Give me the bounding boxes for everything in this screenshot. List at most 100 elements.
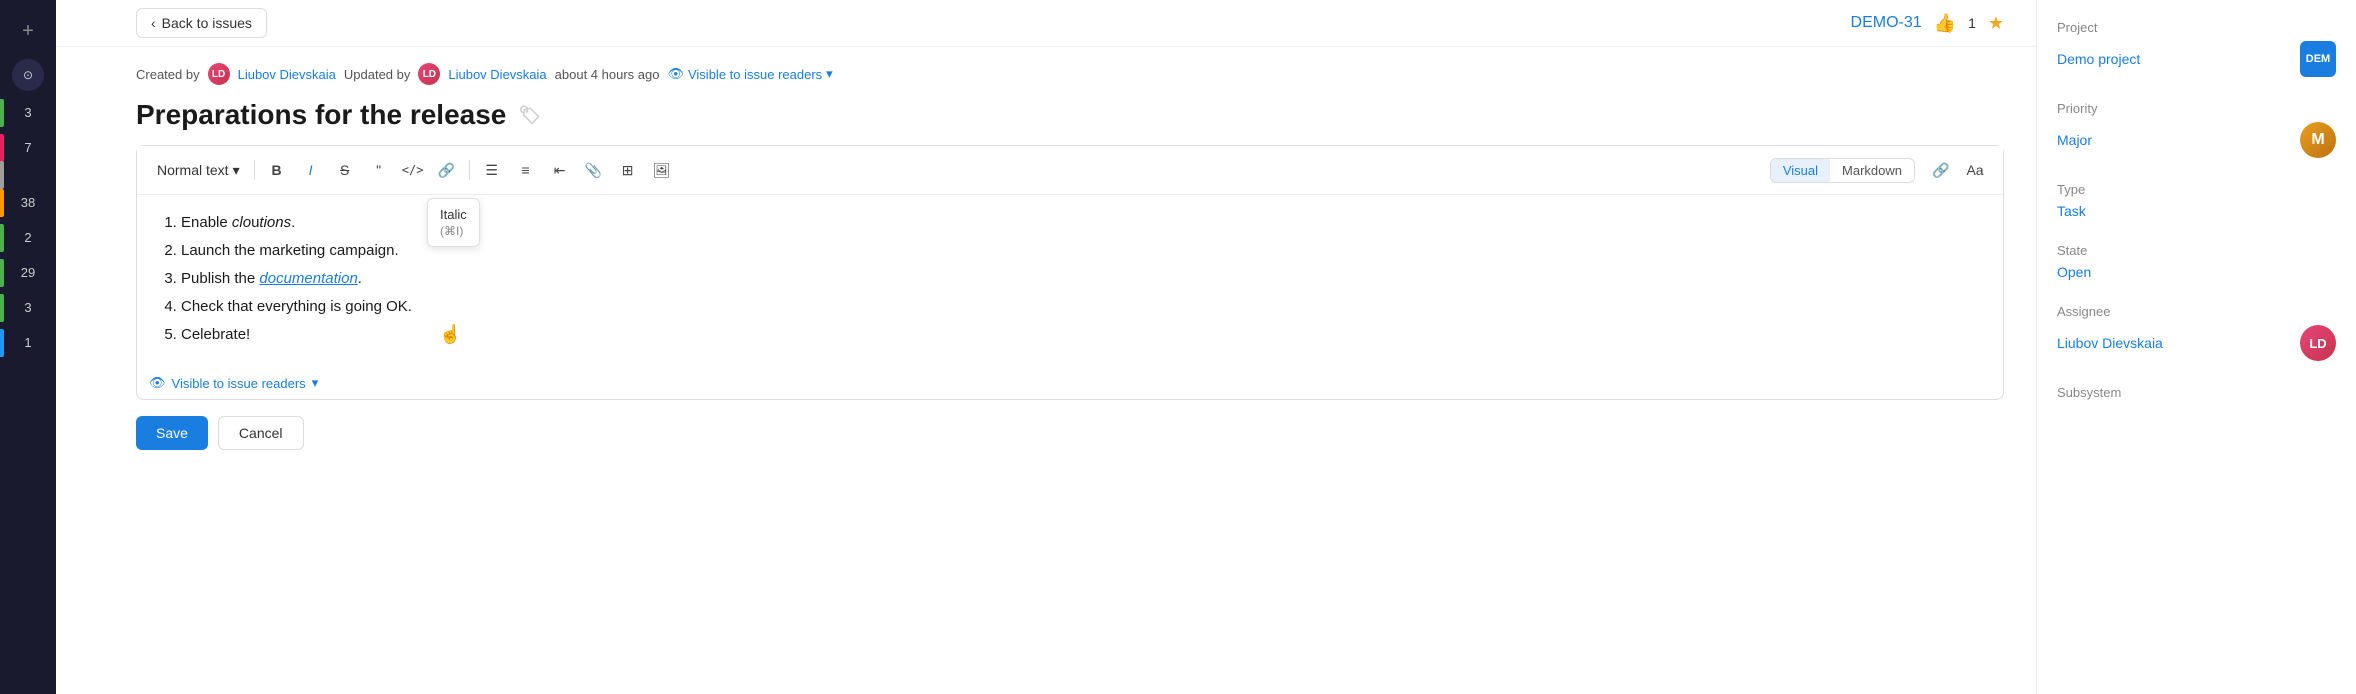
tooltip-shortcut: (⌘I) xyxy=(440,224,467,238)
editor-container: Normal text ▾ B I S " </> xyxy=(136,145,2004,400)
type-label: Type xyxy=(2057,182,2336,197)
nav-home-icon[interactable]: ⊙ xyxy=(12,59,44,91)
italic-text-1b: tions xyxy=(259,214,291,231)
list-item-4: Check that everything is going OK. xyxy=(181,295,1983,319)
sidebar-state-section: State Open xyxy=(2057,243,2336,280)
dropdown-chevron-icon: ▾ xyxy=(233,162,240,179)
created-label: Created by xyxy=(136,67,200,82)
link2-icon: 🔗 xyxy=(1932,162,1949,179)
bold-button[interactable]: B xyxy=(261,154,293,186)
text-style-label: Normal text xyxy=(157,162,229,178)
visible-label: Visible to issue readers xyxy=(688,67,822,82)
assignee-avatar: LD xyxy=(2300,325,2336,361)
tag-icon[interactable]: 🏷 xyxy=(518,104,541,127)
footer-chevron-icon: ▾ xyxy=(312,375,319,391)
top-bar: ‹ Back to issues DEMO-31 👍 1 ★ xyxy=(56,0,2036,47)
page-title-row: Preparations for the release 🏷 xyxy=(136,97,2004,133)
meta-row: Created by LD Liubov Dievskaia Updated b… xyxy=(136,63,2004,85)
left-nav: + ⊙ 3 7 38 2 29 3 1 xyxy=(0,0,56,694)
back-button[interactable]: ‹ Back to issues xyxy=(136,8,267,38)
thumbs-up-icon[interactable]: 👍 xyxy=(1934,13,1956,34)
ordered-list-button[interactable]: ≡ xyxy=(510,154,542,186)
italic-button[interactable]: I xyxy=(295,154,327,186)
project-row: Demo project DEM xyxy=(2057,41,2336,77)
table-icon: ⊞ xyxy=(622,162,634,179)
subsystem-label: Subsystem xyxy=(2057,385,2336,400)
updater-name[interactable]: Liubov Dievskaia xyxy=(448,67,546,82)
priority-value[interactable]: Major xyxy=(2057,132,2092,148)
markdown-mode-button[interactable]: Markdown xyxy=(1830,159,1914,182)
content-area: Created by LD Liubov Dievskaia Updated b… xyxy=(56,47,2036,694)
attachment-icon: 📎 xyxy=(585,162,602,179)
attachment-button[interactable]: 📎 xyxy=(578,154,610,186)
toolbar-separator-2 xyxy=(469,160,470,180)
editor-toolbar: Normal text ▾ B I S " </> xyxy=(137,146,2003,195)
text-style-dropdown[interactable]: Normal text ▾ xyxy=(149,158,248,183)
nav-item-2[interactable]: 7 xyxy=(0,134,56,161)
priority-label: Priority xyxy=(2057,101,2336,116)
sidebar-type-section: Type Task xyxy=(2057,182,2336,219)
updater-avatar: LD xyxy=(418,63,440,85)
save-button[interactable]: Save xyxy=(136,416,208,450)
nav-item-1[interactable]: 3 xyxy=(0,99,56,126)
demo-id[interactable]: DEMO-31 xyxy=(1851,14,1922,32)
assignee-initials: LD xyxy=(2309,336,2326,351)
project-name[interactable]: Demo project xyxy=(2057,51,2140,67)
image-icon: 🖼 xyxy=(653,162,671,179)
strikethrough-icon: S xyxy=(340,162,349,178)
italic-text-1: clo xyxy=(232,214,251,231)
nav-item-5[interactable]: 2 xyxy=(0,224,56,251)
indent-icon: ⇤ xyxy=(554,162,566,179)
type-value[interactable]: Task xyxy=(2057,203,2086,219)
font-button[interactable]: Aa xyxy=(1959,154,1991,186)
nav-item-3[interactable] xyxy=(0,169,56,181)
state-value[interactable]: Open xyxy=(2057,264,2091,280)
ordered-list-icon: ≡ xyxy=(522,162,530,178)
image-button[interactable]: 🖼 xyxy=(646,154,678,186)
priority-letter: M xyxy=(2311,131,2324,149)
demo-info: DEMO-31 👍 1 ★ xyxy=(1851,13,2004,34)
strikethrough-button[interactable]: S xyxy=(329,154,361,186)
creator-initials: LD xyxy=(212,69,225,80)
cancel-button[interactable]: Cancel xyxy=(218,416,304,450)
project-label: Project xyxy=(2057,20,2336,35)
quote-icon: " xyxy=(376,162,381,178)
font-icon: Aa xyxy=(1966,162,1983,178)
visibility-toggle[interactable]: 👁 Visible to issue readers ▾ xyxy=(667,66,832,82)
editor-body[interactable]: Enable cloutions. Launch the marketing c… xyxy=(137,195,2003,367)
creator-name[interactable]: Liubov Dievskaia xyxy=(238,67,336,82)
footer-visible-label: Visible to issue readers xyxy=(172,376,306,391)
eye-icon: 👁 xyxy=(667,66,684,82)
table-button[interactable]: ⊞ xyxy=(612,154,644,186)
toolbar-separator-1 xyxy=(254,160,255,180)
nav-item-8[interactable]: 1 xyxy=(0,329,56,356)
quote-button[interactable]: " xyxy=(363,154,395,186)
updated-time: about 4 hours ago xyxy=(555,67,660,82)
editor-footer[interactable]: 👁 Visible to issue readers ▾ xyxy=(137,367,2003,399)
assignee-name[interactable]: Liubov Dievskaia xyxy=(2057,335,2163,351)
list-item-5: Celebrate! xyxy=(181,323,1983,347)
updated-label: Updated by xyxy=(344,67,411,82)
indent-button[interactable]: ⇤ xyxy=(544,154,576,186)
bullet-list-icon: ☰ xyxy=(485,162,498,179)
updater-initials: LD xyxy=(423,69,436,80)
sidebar-assignee-section: Assignee Liubov Dievskaia LD xyxy=(2057,304,2336,361)
nav-plus-button[interactable]: + xyxy=(14,12,42,51)
chevron-left-icon: ‹ xyxy=(151,15,156,31)
eye-icon-footer: 👁 xyxy=(149,375,166,391)
link-button[interactable]: 🔗 xyxy=(431,154,463,186)
code-button[interactable]: </> xyxy=(397,154,429,186)
state-label: State xyxy=(2057,243,2336,258)
documentation-link[interactable]: documentation xyxy=(259,270,357,287)
nav-item-7[interactable]: 3 xyxy=(0,294,56,321)
chevron-down-icon: ▾ xyxy=(826,66,833,82)
visual-mode-button[interactable]: Visual xyxy=(1771,159,1830,182)
nav-item-4[interactable]: 38 xyxy=(0,189,56,216)
link2-button[interactable]: 🔗 xyxy=(1925,154,1957,186)
sidebar-project-section: Project Demo project DEM xyxy=(2057,20,2336,77)
star-icon[interactable]: ★ xyxy=(1988,13,2004,34)
bullet-list-button[interactable]: ☰ xyxy=(476,154,508,186)
assignee-row: Liubov Dievskaia LD xyxy=(2057,325,2336,361)
nav-item-6[interactable]: 29 xyxy=(0,259,56,286)
view-mode-toggle: Visual Markdown xyxy=(1770,158,1915,183)
